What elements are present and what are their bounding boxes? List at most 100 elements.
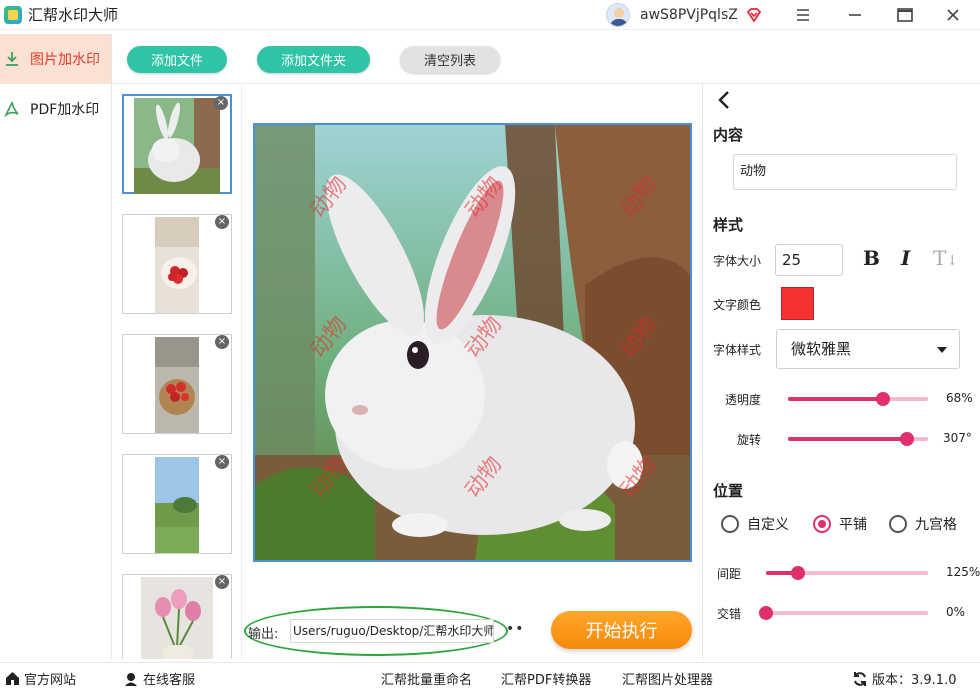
strikethrough-label: T [933, 246, 947, 270]
caret-down-icon [937, 347, 947, 353]
rename-tool-link[interactable]: 汇帮批量重命名 [381, 669, 472, 688]
radio-circle [721, 515, 739, 533]
image-tool-link[interactable]: 汇帮图片处理器 [622, 669, 713, 688]
remove-thumbnail-icon[interactable]: × [215, 575, 229, 589]
text-color-swatch[interactable] [781, 287, 814, 320]
bold-button[interactable]: B [863, 246, 880, 270]
spacing-slider[interactable] [766, 566, 928, 580]
user-area[interactable]: awS8PVjPqlsZ [606, 2, 762, 28]
radio-circle [813, 515, 831, 533]
app-title: 汇帮水印大师 [28, 6, 119, 24]
remove-thumbnail-icon[interactable]: × [215, 215, 229, 229]
landscape-thumbnail-image [155, 457, 199, 553]
opacity-value: 68% [946, 391, 973, 405]
stagger-slider[interactable] [759, 606, 928, 620]
pdf-tool-label: 汇帮PDF转换器 [501, 673, 592, 688]
strawberry-thumbnail-image [155, 217, 199, 313]
clear-list-button[interactable]: 清空列表 [400, 46, 500, 73]
rotation-slider[interactable] [788, 432, 928, 446]
slider-handle[interactable] [759, 606, 773, 620]
output-label: 输出: [248, 627, 279, 642]
thumbnail-item[interactable]: × [122, 334, 232, 434]
spacing-value: 125% [946, 565, 980, 579]
add-folder-button[interactable]: 添加文件夹 [257, 46, 370, 73]
image-tool-label: 汇帮图片处理器 [622, 673, 714, 688]
start-button[interactable]: 开始执行 [551, 611, 692, 649]
strikethrough-button[interactable]: T↓ [933, 246, 958, 270]
remove-thumbnail-icon[interactable]: × [215, 335, 229, 349]
thumbnail-item[interactable]: × [122, 214, 232, 314]
remove-thumbnail-icon[interactable]: × [214, 96, 228, 110]
home-icon [4, 671, 20, 687]
position-radio-grid[interactable]: 九宫格 [889, 514, 957, 534]
website-label: 官方网站 [24, 673, 77, 688]
font-size-input[interactable]: 25 [775, 244, 843, 276]
opacity-label: 透明度 [725, 393, 762, 407]
stagger-label: 交错 [717, 607, 742, 621]
italic-button[interactable]: I [901, 246, 910, 270]
radio-label: 九宫格 [915, 517, 957, 533]
slider-handle[interactable] [791, 566, 806, 580]
support-link[interactable]: 在线客服 [123, 669, 195, 688]
position-radio-custom[interactable]: 自定义 [721, 514, 789, 534]
left-nav: 图片加水印 PDF加水印 [0, 34, 112, 659]
download-icon [2, 49, 22, 69]
nav-item-image-watermark[interactable]: 图片加水印 [0, 34, 111, 84]
radio-label: 平铺 [839, 517, 867, 533]
output-row: 输出: Users/ruguo/Desktop/汇帮水印大师 •• [244, 606, 544, 656]
username[interactable]: awS8PVjPqlsZ [640, 7, 738, 23]
headset-icon [123, 671, 139, 687]
position-section-title: 位置 [713, 482, 744, 500]
nav-item-pdf-watermark[interactable]: PDF加水印 [0, 84, 111, 134]
thumbnail-item[interactable]: × [122, 574, 232, 659]
website-link[interactable]: 官方网站 [4, 669, 76, 688]
rabbit-thumbnail-image [134, 98, 220, 194]
remove-thumbnail-icon[interactable]: × [215, 455, 229, 469]
add-file-button[interactable]: 添加文件 [127, 46, 227, 73]
nav-item-label: PDF加水印 [30, 102, 100, 118]
tulip-thumbnail-image [141, 577, 213, 659]
basket-thumbnail-image [155, 337, 199, 433]
thumbnail-item[interactable]: × [122, 94, 232, 194]
radio-circle [889, 515, 907, 533]
avatar[interactable] [606, 3, 630, 27]
nav-item-label: 图片加水印 [30, 52, 100, 68]
watermark-content-input[interactable]: 动物 [733, 154, 957, 190]
maximize-icon[interactable] [882, 0, 928, 30]
minimize-icon[interactable] [832, 0, 878, 30]
spacing-label: 间距 [717, 567, 742, 581]
rotation-value: 307° [943, 431, 972, 445]
slider-handle[interactable] [876, 392, 891, 406]
font-style-label: 字体样式 [713, 343, 762, 357]
thumbnail-list: × × × × × [112, 84, 242, 659]
status-bar: 官方网站 在线客服 汇帮批量重命名 汇帮PDF转换器 汇帮图片处理器 版本：3.… [0, 662, 980, 691]
settings-panel: 内容 动物 样式 字体大小 25 B I T↓ 文字颜色 字体样式 微软雅黑 透… [702, 84, 980, 659]
slider-fill [788, 437, 907, 441]
pdf-tool-link[interactable]: 汇帮PDF转换器 [501, 669, 591, 688]
content-section-title: 内容 [713, 126, 744, 144]
slider-fill [788, 397, 884, 401]
browse-output-button[interactable]: •• [506, 621, 525, 637]
position-radio-tile[interactable]: 平铺 [813, 514, 867, 534]
output-path-field[interactable]: Users/ruguo/Desktop/汇帮水印大师 [290, 619, 494, 643]
preview-image: 动物 动物 动物 动物 动物 动物 动物 动物 动物 [253, 123, 692, 562]
text-color-label: 文字颜色 [713, 298, 762, 312]
menu-icon[interactable] [780, 0, 826, 30]
slider-handle[interactable] [900, 432, 914, 446]
opacity-slider[interactable] [788, 392, 928, 406]
vip-diamond-icon[interactable] [746, 7, 762, 23]
support-label: 在线客服 [143, 673, 196, 688]
toolbar: 添加文件 添加文件夹 清空列表 [112, 34, 980, 84]
version-label: 版本：3.9.1.0 [872, 673, 957, 688]
title-bar: 汇帮水印大师 awS8PVjPqlsZ [0, 0, 980, 30]
back-chevron-icon[interactable] [717, 90, 731, 116]
close-icon[interactable] [930, 0, 976, 30]
thumbnail-item[interactable]: × [122, 454, 232, 554]
radio-label: 自定义 [747, 517, 789, 533]
font-style-select[interactable]: 微软雅黑 [776, 329, 960, 369]
stagger-value: 0% [946, 605, 966, 619]
version-info[interactable]: 版本：3.9.1.0 [852, 669, 956, 688]
app-logo-icon [4, 5, 22, 24]
rotation-label: 旋转 [737, 433, 762, 447]
pdf-icon [2, 99, 22, 119]
